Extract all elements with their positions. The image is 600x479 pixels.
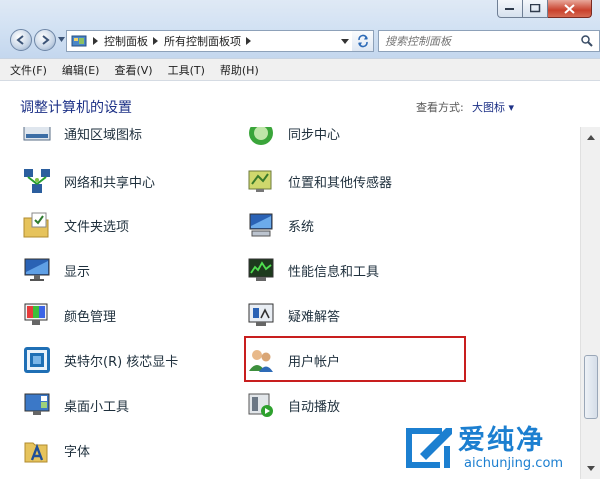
watermark: 爱纯净 aichunjing.com [398,416,598,478]
back-button[interactable] [10,29,32,51]
color-management-icon [24,303,48,325]
refresh-button[interactable] [352,30,374,52]
maximize-icon [529,4,540,13]
item-label: 英特尔(R) 核芯显卡 [64,354,179,370]
watermark-url: aichunjing.com [464,456,564,471]
breadcrumb-all-items[interactable]: 所有控制面板项 [164,33,241,49]
item-label: 通知区域图标 [64,127,143,143]
item-label: 性能信息和工具 [288,264,380,280]
maximize-button[interactable] [523,0,548,18]
minimize-button[interactable] [497,0,523,18]
location-sensors-icon [248,170,272,192]
scrollbar-thumb[interactable] [584,355,598,419]
item-sync-center[interactable]: 同步中心 [246,127,340,153]
title-bar: 控制面板 所有控制面板项 [0,0,600,58]
network-sharing-icon [24,169,50,193]
item-location-sensors[interactable]: 位置和其他传感器 [246,161,392,201]
scroll-up-icon [586,135,595,140]
watermark-logo-icon [406,428,452,468]
item-performance-info-tools[interactable]: 性能信息和工具 [246,250,379,290]
forward-arrow-icon [42,35,50,45]
item-label: 显示 [64,264,91,280]
notification-area-icon [23,127,51,141]
search-box [378,30,600,52]
scroll-up-button[interactable] [581,129,600,146]
forward-button[interactable] [34,29,56,51]
content-header: 调整计算机的设置 查看方式: 大图标 ▾ [0,81,600,127]
troubleshooting-icon [248,303,274,326]
page-title: 调整计算机的设置 [20,100,132,116]
item-label: 同步中心 [288,127,341,143]
item-intel-graphics[interactable]: 英特尔(R) 核芯显卡 [22,340,178,380]
address-bar[interactable]: 控制面板 所有控制面板项 [66,30,356,52]
fonts-icon [24,442,48,463]
menu-tools[interactable]: 工具(T) [168,62,205,78]
desktop-gadgets-icon [24,393,50,415]
menu-file[interactable]: 文件(F) [10,62,47,78]
menu-view[interactable]: 查看(V) [114,62,152,78]
view-by-dropdown[interactable]: 大图标 ▾ [472,99,514,115]
sync-center-icon [249,127,273,145]
display-icon [24,258,50,281]
item-label: 桌面小工具 [64,399,130,415]
breadcrumb-control-panel[interactable]: 控制面板 [104,33,148,49]
caption-buttons [497,0,592,20]
refresh-icon [357,34,368,48]
item-desktop-gadgets[interactable]: 桌面小工具 [22,385,129,425]
item-label: 网络和共享中心 [64,175,156,191]
search-icon[interactable] [581,35,593,47]
item-display[interactable]: 显示 [22,250,90,290]
menu-help[interactable]: 帮助(H) [220,62,259,78]
control-panel-window: 控制面板 所有控制面板项 文件(F) 编辑(E) 查看( [0,0,600,479]
breadcrumb-separator-icon[interactable] [246,37,252,45]
item-network-sharing-center[interactable]: 网络和共享中心 [22,161,155,201]
item-autoplay[interactable]: 自动播放 [246,385,340,425]
autoplay-icon [248,393,273,417]
highlight-box [244,336,466,382]
breadcrumb-separator-icon [93,37,98,45]
close-button[interactable] [548,0,592,18]
item-notification-area-icons[interactable]: 通知区域图标 [22,127,142,153]
close-icon [564,3,575,14]
intel-graphics-icon [24,347,50,373]
view-by-label: 查看方式: [416,101,464,114]
search-input[interactable] [379,31,585,51]
minimize-icon [505,7,514,10]
item-label: 疑难解答 [288,309,341,325]
performance-icon [248,258,274,281]
item-label: 位置和其他传感器 [288,175,393,191]
item-system[interactable]: 系统 [246,205,314,245]
item-label: 系统 [288,219,315,235]
control-panel-icon [71,35,87,47]
item-color-management[interactable]: 颜色管理 [22,295,116,335]
system-icon [249,213,273,237]
recent-pages-dropdown-icon[interactable] [58,37,65,43]
back-arrow-icon [16,35,24,45]
address-dropdown-icon[interactable] [341,39,349,45]
navigation-bar: 控制面板 所有控制面板项 [8,27,600,55]
breadcrumb-separator-icon[interactable] [153,37,159,45]
folder-options-icon [23,212,49,238]
menu-edit[interactable]: 编辑(E) [62,62,100,78]
item-label: 颜色管理 [64,309,117,325]
item-label: 字体 [64,444,91,460]
item-folder-options[interactable]: 文件夹选项 [22,205,129,245]
watermark-text: 爱纯净 [458,425,545,456]
item-troubleshooting[interactable]: 疑难解答 [246,295,340,335]
menu-bar: 文件(F) 编辑(E) 查看(V) 工具(T) 帮助(H) [0,58,600,81]
item-fonts[interactable]: 字体 [22,430,90,470]
item-label: 文件夹选项 [64,219,130,235]
item-label: 自动播放 [288,399,341,415]
